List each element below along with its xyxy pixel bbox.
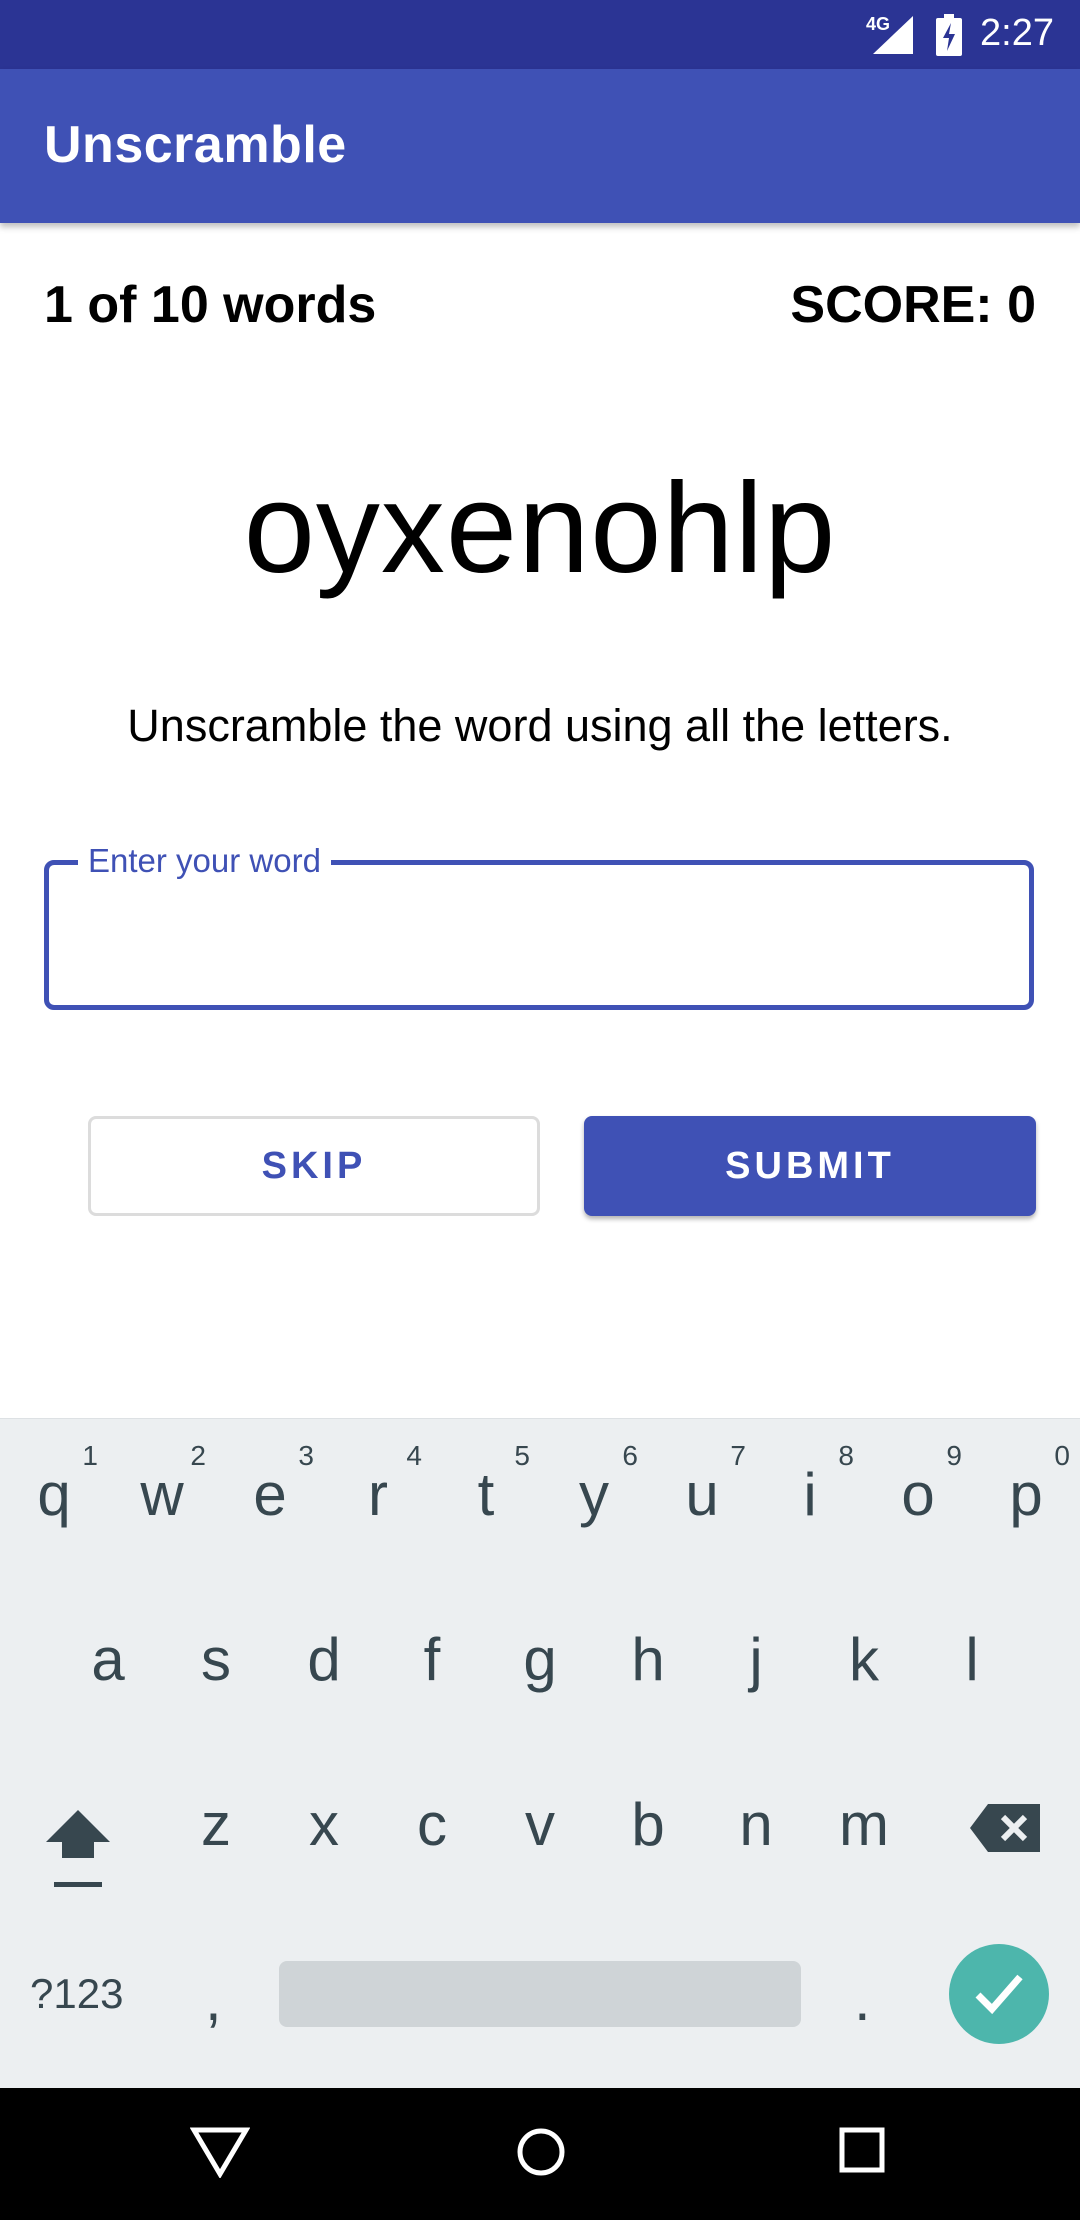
status-bar: 4G 2:27 <box>0 0 1080 69</box>
space-key[interactable] <box>279 1961 801 2027</box>
key-x[interactable]: x <box>270 1790 378 1859</box>
instructions: Unscramble the word using all the letter… <box>127 700 953 751</box>
key-i[interactable]: i8 <box>756 1440 864 1529</box>
key-hint: 9 <box>946 1440 962 1471</box>
key-label: c <box>417 1791 447 1858</box>
skip-button[interactable]: SKIP <box>88 1116 540 1216</box>
check-icon <box>975 1974 1023 2015</box>
key-label: h <box>631 1626 665 1693</box>
key-hint: 8 <box>838 1440 854 1471</box>
clock: 2:27 <box>980 12 1054 54</box>
key-a[interactable]: a <box>54 1625 162 1694</box>
key-hint: 6 <box>622 1440 638 1471</box>
key-label: u <box>685 1461 719 1528</box>
app-title: Unscramble <box>44 116 347 174</box>
key-label: y <box>579 1461 609 1528</box>
key-q[interactable]: q1 <box>0 1440 108 1529</box>
submit-button[interactable]: SUBMIT <box>584 1116 1036 1216</box>
key-label: i <box>803 1461 817 1528</box>
key-p[interactable]: p0 <box>972 1440 1080 1529</box>
key-k[interactable]: k <box>810 1625 918 1694</box>
key-y[interactable]: y6 <box>540 1440 648 1529</box>
key-label: r <box>368 1461 388 1528</box>
key-label: v <box>525 1791 555 1858</box>
key-m[interactable]: m <box>810 1790 918 1859</box>
key-t[interactable]: t5 <box>432 1440 540 1529</box>
key-hint: 2 <box>190 1440 206 1471</box>
key-s[interactable]: s <box>162 1625 270 1694</box>
key-label: e <box>253 1461 287 1528</box>
key-label: d <box>307 1626 341 1693</box>
recents-icon[interactable] <box>838 2126 886 2174</box>
key-label: a <box>91 1626 125 1693</box>
key-label: f <box>423 1626 441 1693</box>
key-o[interactable]: o9 <box>864 1440 972 1529</box>
key-label: x <box>309 1791 339 1858</box>
key-hint: 1 <box>82 1440 98 1471</box>
key-b[interactable]: b <box>594 1790 702 1859</box>
key-label: o <box>901 1461 935 1528</box>
key-l[interactable]: l <box>918 1625 1026 1694</box>
key-hint: 5 <box>514 1440 530 1471</box>
word-input[interactable] <box>44 860 1034 1010</box>
key-e[interactable]: e3 <box>216 1440 324 1529</box>
key-g[interactable]: g <box>486 1625 594 1694</box>
backspace-icon[interactable] <box>970 1804 1040 1852</box>
key-label: k <box>849 1626 879 1693</box>
key-hint: 3 <box>298 1440 314 1471</box>
word-count: 1 of 10 words <box>44 276 377 334</box>
key-h[interactable]: h <box>594 1625 702 1694</box>
key-label: q <box>37 1461 71 1528</box>
key-j[interactable]: j <box>702 1625 810 1694</box>
period-key[interactable]: . <box>854 1965 871 2034</box>
battery-charging-icon <box>936 14 962 56</box>
key-label: s <box>201 1626 231 1693</box>
key-w[interactable]: w2 <box>108 1440 216 1529</box>
key-label: z <box>201 1791 231 1858</box>
key-label: p <box>1009 1461 1043 1528</box>
comma-key[interactable]: , <box>205 1965 222 2034</box>
key-label: n <box>739 1791 773 1858</box>
home-icon[interactable] <box>515 2126 567 2178</box>
key-hint: 4 <box>406 1440 422 1471</box>
symbols-key[interactable]: ?123 <box>30 1970 123 2018</box>
scrambled-word: oyxenohlp <box>243 457 837 600</box>
done-key[interactable] <box>949 1944 1049 2044</box>
key-n[interactable]: n <box>702 1790 810 1859</box>
key-hint: 0 <box>1054 1440 1070 1471</box>
key-label: b <box>631 1791 665 1858</box>
score: SCORE: 0 <box>790 276 1036 334</box>
key-label: g <box>523 1626 557 1693</box>
navigation-bar <box>0 2088 1080 2220</box>
key-c[interactable]: c <box>378 1790 486 1859</box>
app-bar: Unscramble <box>0 69 1080 223</box>
key-f[interactable]: f <box>378 1625 486 1694</box>
key-r[interactable]: r4 <box>324 1440 432 1529</box>
key-label: j <box>749 1626 763 1693</box>
back-icon[interactable] <box>190 2126 250 2178</box>
key-hint: 7 <box>730 1440 746 1471</box>
key-d[interactable]: d <box>270 1625 378 1694</box>
key-label: l <box>965 1626 979 1693</box>
key-label: t <box>477 1461 495 1528</box>
key-z[interactable]: z <box>162 1790 270 1859</box>
key-v[interactable]: v <box>486 1790 594 1859</box>
word-input-label: Enter your word <box>78 842 331 880</box>
key-u[interactable]: u7 <box>648 1440 756 1529</box>
key-label: m <box>839 1791 889 1858</box>
signal-icon <box>873 16 913 54</box>
shift-icon[interactable] <box>38 1802 118 1892</box>
key-label: w <box>140 1461 184 1528</box>
